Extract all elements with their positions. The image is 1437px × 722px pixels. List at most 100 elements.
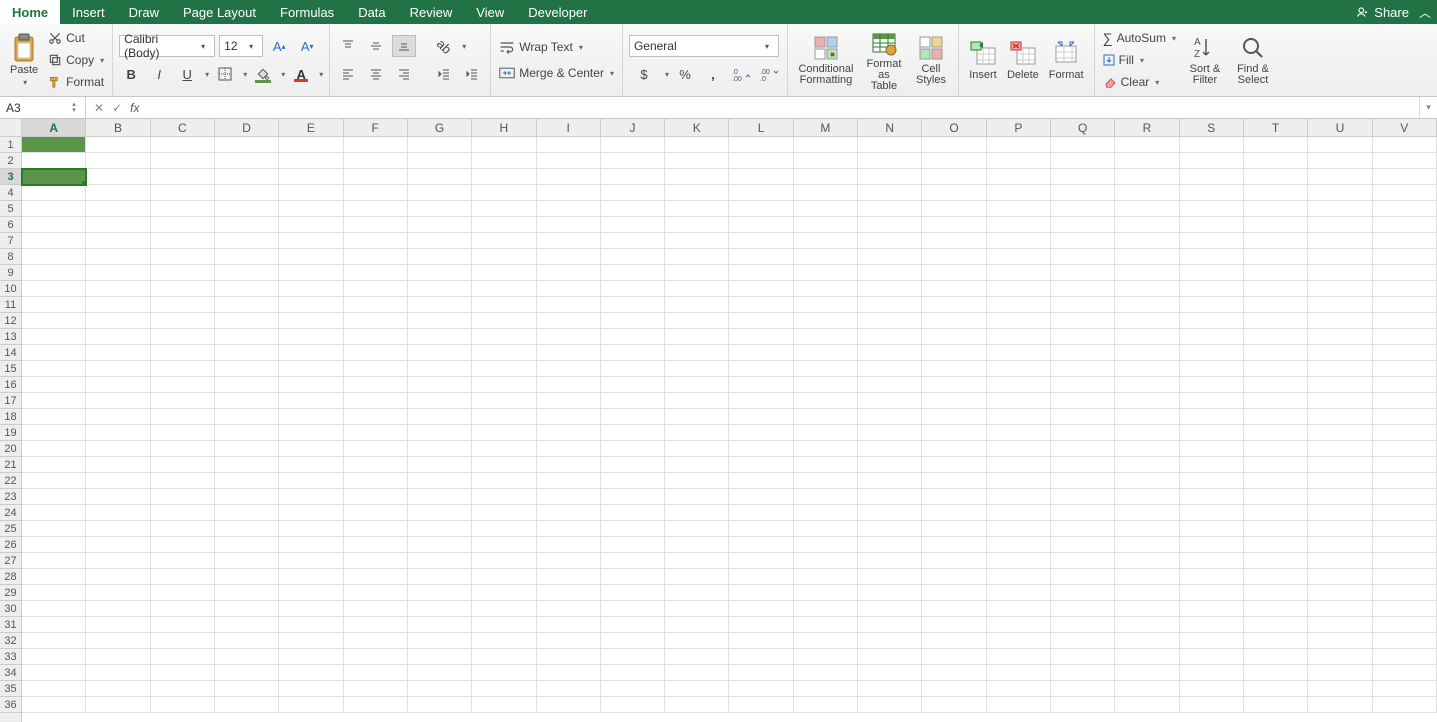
cell-G32[interactable]	[408, 633, 472, 649]
cell-M22[interactable]	[794, 473, 858, 489]
format-painter-button[interactable]: Format	[46, 72, 106, 92]
cell-M20[interactable]	[794, 441, 858, 457]
cell-N25[interactable]	[858, 521, 922, 537]
cell-Q15[interactable]	[1051, 361, 1115, 377]
cell-Q12[interactable]	[1051, 313, 1115, 329]
row-header-3[interactable]: 3	[0, 169, 21, 185]
cell-I31[interactable]	[537, 617, 601, 633]
accounting-format-button[interactable]: $	[629, 63, 659, 85]
cell-T7[interactable]	[1244, 233, 1308, 249]
cell-O17[interactable]	[922, 393, 986, 409]
cell-R35[interactable]	[1115, 681, 1179, 697]
cell-N18[interactable]	[858, 409, 922, 425]
cell-O15[interactable]	[922, 361, 986, 377]
cell-S11[interactable]	[1180, 297, 1244, 313]
cell-C17[interactable]	[151, 393, 215, 409]
cell-P36[interactable]	[987, 697, 1051, 713]
cell-R30[interactable]	[1115, 601, 1179, 617]
cell-L5[interactable]	[729, 201, 793, 217]
cell-U36[interactable]	[1308, 697, 1372, 713]
cell-G13[interactable]	[408, 329, 472, 345]
cell-G14[interactable]	[408, 345, 472, 361]
cell-J25[interactable]	[601, 521, 665, 537]
cell-M34[interactable]	[794, 665, 858, 681]
cell-O22[interactable]	[922, 473, 986, 489]
cell-V15[interactable]	[1373, 361, 1437, 377]
cell-I16[interactable]	[537, 377, 601, 393]
cell-M7[interactable]	[794, 233, 858, 249]
font-name-combo[interactable]: Calibri (Body)▾	[119, 35, 215, 57]
cell-C26[interactable]	[151, 537, 215, 553]
cell-G15[interactable]	[408, 361, 472, 377]
cell-L24[interactable]	[729, 505, 793, 521]
delete-cells-button[interactable]: Delete	[1003, 37, 1043, 83]
cell-T11[interactable]	[1244, 297, 1308, 313]
cell-B34[interactable]	[86, 665, 150, 681]
cell-F36[interactable]	[344, 697, 408, 713]
font-color-button[interactable]: A	[289, 63, 313, 85]
cell-S20[interactable]	[1180, 441, 1244, 457]
cell-Q14[interactable]	[1051, 345, 1115, 361]
cell-B7[interactable]	[86, 233, 150, 249]
column-header-F[interactable]: F	[344, 119, 408, 136]
cell-H25[interactable]	[472, 521, 536, 537]
cell-Q36[interactable]	[1051, 697, 1115, 713]
tab-developer[interactable]: Developer	[516, 0, 599, 24]
cell-O36[interactable]	[922, 697, 986, 713]
cell-K35[interactable]	[665, 681, 729, 697]
cell-V4[interactable]	[1373, 185, 1437, 201]
tab-review[interactable]: Review	[398, 0, 465, 24]
cell-M19[interactable]	[794, 425, 858, 441]
cell-C5[interactable]	[151, 201, 215, 217]
expand-formula-bar-button[interactable]: ▾	[1419, 97, 1437, 118]
cell-V5[interactable]	[1373, 201, 1437, 217]
cell-Q13[interactable]	[1051, 329, 1115, 345]
cell-R8[interactable]	[1115, 249, 1179, 265]
cell-V25[interactable]	[1373, 521, 1437, 537]
cell-T29[interactable]	[1244, 585, 1308, 601]
cell-J2[interactable]	[601, 153, 665, 169]
cell-T26[interactable]	[1244, 537, 1308, 553]
cell-M11[interactable]	[794, 297, 858, 313]
cell-B4[interactable]	[86, 185, 150, 201]
cell-C19[interactable]	[151, 425, 215, 441]
cell-P2[interactable]	[987, 153, 1051, 169]
cell-Q6[interactable]	[1051, 217, 1115, 233]
cell-P35[interactable]	[987, 681, 1051, 697]
increase-decimal-button[interactable]: .0.00	[729, 63, 753, 85]
collapse-ribbon-button[interactable]: ︿	[1419, 4, 1431, 21]
cell-F6[interactable]	[344, 217, 408, 233]
cell-S25[interactable]	[1180, 521, 1244, 537]
cell-K7[interactable]	[665, 233, 729, 249]
cell-L17[interactable]	[729, 393, 793, 409]
cell-O24[interactable]	[922, 505, 986, 521]
cell-O30[interactable]	[922, 601, 986, 617]
cell-D5[interactable]	[215, 201, 279, 217]
cell-F27[interactable]	[344, 553, 408, 569]
column-header-M[interactable]: M	[794, 119, 858, 136]
cell-O35[interactable]	[922, 681, 986, 697]
cell-O12[interactable]	[922, 313, 986, 329]
cell-L9[interactable]	[729, 265, 793, 281]
cell-J10[interactable]	[601, 281, 665, 297]
cell-B25[interactable]	[86, 521, 150, 537]
cell-L19[interactable]	[729, 425, 793, 441]
cell-A9[interactable]	[22, 265, 86, 281]
cell-V9[interactable]	[1373, 265, 1437, 281]
cell-E10[interactable]	[279, 281, 343, 297]
cell-N34[interactable]	[858, 665, 922, 681]
cell-E17[interactable]	[279, 393, 343, 409]
cell-A6[interactable]	[22, 217, 86, 233]
cell-G27[interactable]	[408, 553, 472, 569]
cell-L23[interactable]	[729, 489, 793, 505]
cell-U34[interactable]	[1308, 665, 1372, 681]
cell-T4[interactable]	[1244, 185, 1308, 201]
cell-E13[interactable]	[279, 329, 343, 345]
cell-B33[interactable]	[86, 649, 150, 665]
cell-J19[interactable]	[601, 425, 665, 441]
cell-N26[interactable]	[858, 537, 922, 553]
cell-N14[interactable]	[858, 345, 922, 361]
cell-P19[interactable]	[987, 425, 1051, 441]
cell-U30[interactable]	[1308, 601, 1372, 617]
cell-L30[interactable]	[729, 601, 793, 617]
